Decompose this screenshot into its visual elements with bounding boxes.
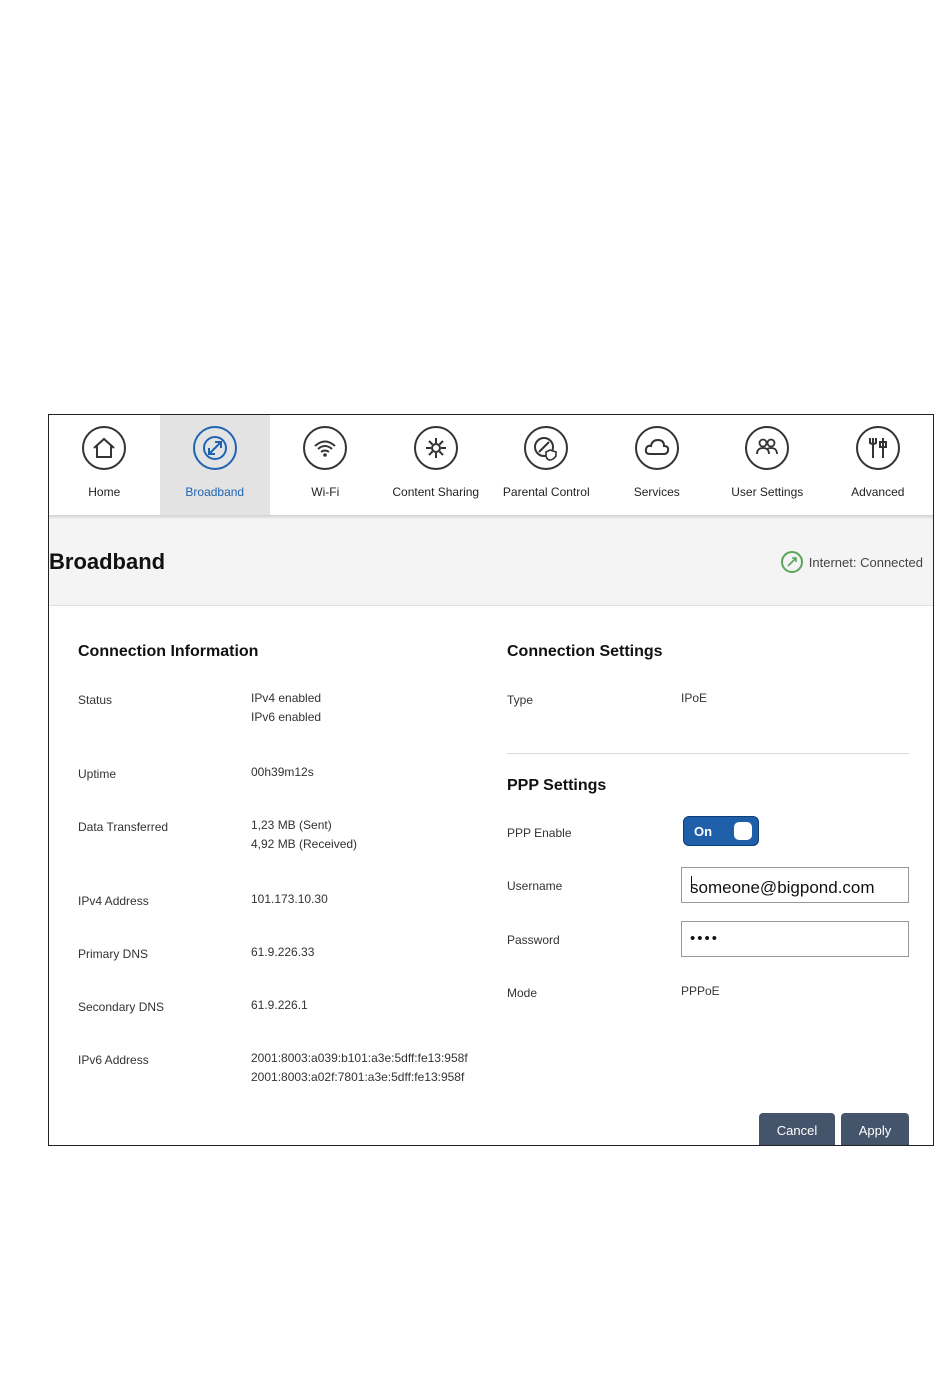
- content-sharing-icon: [413, 426, 458, 470]
- status-label: Status: [78, 693, 113, 707]
- user-settings-icon: [745, 426, 790, 470]
- ppp-enable-toggle[interactable]: On: [683, 816, 759, 846]
- secondary-dns-label: Secondary DNS: [78, 1000, 165, 1014]
- primary-dns-value: 61.9.226.33: [251, 945, 315, 959]
- advanced-icon: [855, 426, 900, 470]
- ipv4-label: IPv4 Address: [78, 894, 149, 908]
- nav-home[interactable]: Home: [49, 415, 160, 515]
- nav-parental-control[interactable]: Parental Control: [491, 415, 602, 515]
- mode-label: Mode: [507, 986, 538, 1000]
- data-sent: 1,23 MB (Sent): [251, 818, 332, 832]
- home-icon: [82, 426, 127, 470]
- nav-services[interactable]: Services: [602, 415, 713, 515]
- ipv6-value: 2001:8003:a039:b101:a3e:5dff:fe13:958f 2…: [251, 1049, 468, 1087]
- nav-label: Parental Control: [502, 485, 590, 499]
- section-divider: [507, 753, 909, 754]
- password-input[interactable]: ••••: [681, 921, 909, 957]
- page-title: Broadband: [49, 549, 166, 574]
- uptime-label: Uptime: [78, 767, 117, 781]
- username-input[interactable]: someone@bigpond.com: [681, 867, 909, 903]
- wifi-icon: [303, 426, 348, 470]
- nav-content-sharing[interactable]: Content Sharing: [381, 415, 492, 515]
- username-label: Username: [507, 879, 563, 893]
- internet-status: Internet: Connected: [780, 551, 923, 573]
- nav-advanced[interactable]: Advanced: [823, 415, 934, 515]
- connected-icon: [780, 551, 803, 573]
- nav-label: User Settings: [731, 485, 804, 499]
- apply-button[interactable]: Apply: [841, 1113, 909, 1145]
- nav-broadband[interactable]: Broadband: [159, 415, 270, 515]
- status-value: IPv4 enabled IPv6 enabled: [251, 689, 321, 727]
- nav-label: Home: [88, 485, 121, 499]
- ppp-settings-title: PPP Settings: [507, 777, 607, 794]
- text-cursor: [691, 876, 692, 892]
- ipv6-address-2: 2001:8003:a02f:7801:a3e:5dff:fe13:958f: [251, 1070, 465, 1084]
- status-ipv6: IPv6 enabled: [251, 710, 322, 724]
- secondary-dns-value: 61.9.226.1: [251, 998, 308, 1012]
- type-value: IPoE: [681, 691, 708, 705]
- toggle-state: On: [694, 824, 713, 839]
- data-received: 4,92 MB (Received): [251, 837, 358, 851]
- type-label: Type: [507, 693, 534, 707]
- connection-info-title: Connection Information: [78, 643, 259, 660]
- nav-label: Content Sharing: [392, 485, 480, 499]
- page-header: Broadband Internet: Connected: [49, 519, 933, 606]
- data-transferred-value: 1,23 MB (Sent) 4,92 MB (Received): [251, 816, 357, 854]
- uptime-value: 00h39m12s: [251, 765, 314, 779]
- nav-label: Services: [633, 485, 680, 499]
- router-admin-window: Home Broadband Wi-Fi Content Sharing Par…: [48, 414, 934, 1146]
- mode-value: PPPoE: [681, 984, 720, 998]
- nav-label: Broadband: [185, 485, 245, 499]
- nav-wifi[interactable]: Wi-Fi: [270, 415, 381, 515]
- status-text: Internet: Connected: [808, 554, 923, 570]
- primary-dns-label: Primary DNS: [78, 947, 149, 961]
- toggle-knob: [734, 822, 752, 840]
- password-label: Password: [507, 933, 560, 947]
- ppp-enable-label: PPP Enable: [507, 826, 572, 840]
- cancel-button[interactable]: Cancel: [759, 1113, 835, 1145]
- ipv6-address-1: 2001:8003:a039:b101:a3e:5dff:fe13:958f: [251, 1051, 468, 1065]
- nav-user-settings[interactable]: User Settings: [712, 415, 823, 515]
- password-value: ••••: [690, 930, 720, 947]
- nav-label: Wi-Fi: [311, 485, 340, 499]
- username-value: someone@bigpond.com: [690, 878, 875, 897]
- main-nav: Home Broadband Wi-Fi Content Sharing Par…: [49, 415, 933, 515]
- data-transferred-label: Data Transferred: [78, 820, 169, 834]
- ipv6-label: IPv6 Address: [78, 1053, 149, 1067]
- connection-settings-title: Connection Settings: [507, 643, 663, 660]
- services-icon: [634, 426, 679, 470]
- nav-label: Advanced: [851, 485, 905, 499]
- broadband-icon: [192, 426, 237, 470]
- status-ipv4: IPv4 enabled: [251, 691, 322, 705]
- parental-control-icon: [524, 426, 569, 470]
- ipv4-value: 101.173.10.30: [251, 892, 328, 906]
